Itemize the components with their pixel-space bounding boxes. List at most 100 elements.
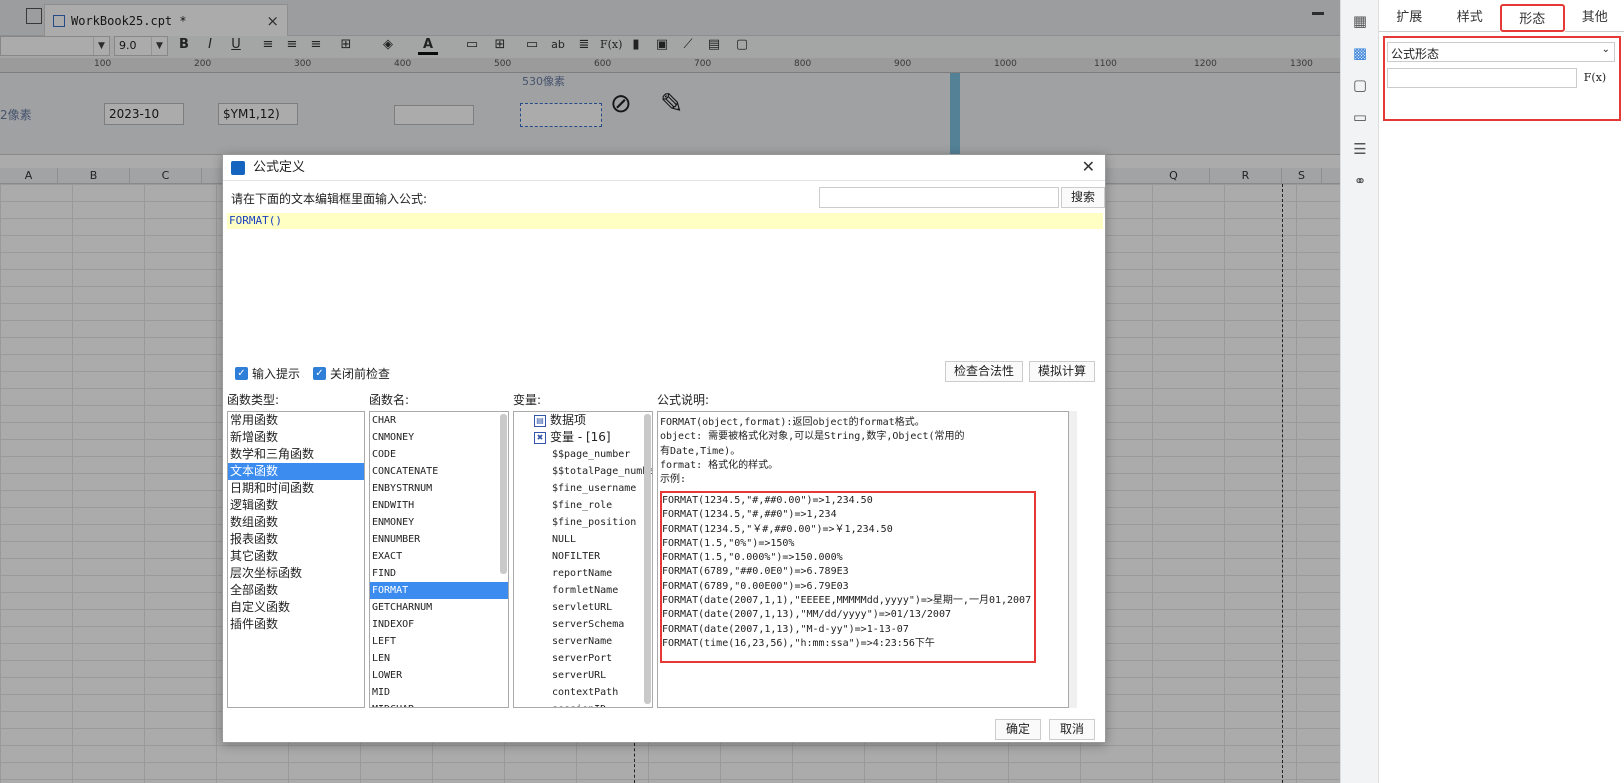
function-type-item[interactable]: 报表函数 (228, 531, 364, 548)
function-name-item[interactable]: ENDWITH (370, 497, 508, 514)
search-button[interactable]: 搜索 (1061, 187, 1105, 208)
formula-fx-button[interactable]: F(x) (1583, 68, 1607, 88)
function-type-item[interactable]: 自定义函数 (228, 599, 364, 616)
tab-form[interactable]: 形态 (1500, 4, 1565, 32)
close-icon[interactable]: ✕ (1082, 157, 1095, 176)
function-name-item[interactable]: CODE (370, 446, 508, 463)
variable-item[interactable]: $fine_username (514, 480, 652, 497)
variable-item[interactable]: $$totalPage_number (514, 463, 652, 480)
scrollbar[interactable] (500, 414, 507, 574)
tab-other[interactable]: 其他 (1564, 4, 1624, 32)
function-name-item[interactable]: INDEXOF (370, 616, 508, 633)
formula-editor[interactable]: FORMAT() (227, 211, 1103, 348)
ok-button[interactable]: 确定 (995, 719, 1041, 740)
variable-group[interactable]: ▤ 数据项 (514, 412, 652, 429)
formula-input[interactable] (1387, 68, 1577, 88)
function-type-item[interactable]: 新增函数 (228, 429, 364, 446)
simulate-button[interactable]: 模拟计算 (1029, 361, 1095, 382)
function-name-item[interactable]: CHAR (370, 412, 508, 429)
cell-attr-icon[interactable]: ▦ (1351, 12, 1369, 30)
variable-group[interactable]: ✖ 变量 - [16] (514, 429, 652, 446)
tab-extend[interactable]: 扩展 (1379, 4, 1440, 32)
variable-tree[interactable]: ▤ 数据项 ✖ 变量 - [16] $$page_number $$totalPage_n… (513, 411, 653, 708)
formula-dialog: 公式定义 ✕ 请在下面的文本编辑框里面输入公式: 搜索 FORMAT() ✓ 输入… (222, 154, 1106, 743)
function-name-item[interactable]: LEN (370, 650, 508, 667)
chevron-down-icon: ⌄ (1601, 44, 1610, 55)
variable-item[interactable]: formletName (514, 582, 652, 599)
condition-icon[interactable]: ☰ (1351, 140, 1369, 158)
function-name-item[interactable]: EXACT (370, 548, 508, 565)
function-type-item[interactable]: 数组函数 (228, 514, 364, 531)
function-name-item[interactable]: ENMONEY (370, 514, 508, 531)
widget-icon[interactable]: ▭ (1351, 108, 1369, 126)
description-line: 示例: (660, 474, 687, 486)
function-name-item[interactable]: ENBYSTRNUM (370, 480, 508, 497)
form-type-value: 公式形态 (1391, 47, 1440, 61)
function-name-item[interactable]: GETCHARNUM (370, 599, 508, 616)
variable-item[interactable]: serverURL (514, 667, 652, 684)
form-settings-highlight: 公式形态 ⌄ F(x) (1383, 36, 1621, 121)
property-panel: 扩展 样式 形态 其他 公式形态 ⌄ F(x) (1378, 0, 1624, 783)
form-type-select[interactable]: 公式形态 ⌄ (1387, 42, 1615, 62)
input-hint-checkbox[interactable]: ✓ 输入提示 (235, 365, 300, 382)
variable-item[interactable]: $$page_number (514, 446, 652, 463)
function-name-item[interactable]: CONCATENATE (370, 463, 508, 480)
scrollbar[interactable] (1069, 411, 1077, 708)
function-type-item[interactable]: 全部函数 (228, 582, 364, 599)
variable-item[interactable]: serverPort (514, 650, 652, 667)
function-type-item[interactable]: 常用函数 (228, 412, 364, 429)
example-line: FORMAT(1234.5,"#,##0.00")=>1,234.50 (662, 495, 873, 506)
formula-description: FORMAT(object,format):返回object的format格式。… (657, 411, 1069, 708)
variable-item[interactable]: serverSchema (514, 616, 652, 633)
cancel-button[interactable]: 取消 (1049, 719, 1095, 740)
function-type-item[interactable]: 日期和时间函数 (228, 480, 364, 497)
function-type-item[interactable]: 其它函数 (228, 548, 364, 565)
tab-style[interactable]: 样式 (1439, 4, 1500, 32)
scrollbar[interactable] (644, 414, 651, 704)
variable-item[interactable]: sessionID (514, 701, 652, 707)
check-validity-button[interactable]: 检查合法性 (945, 361, 1023, 382)
function-name-item[interactable]: MIDCHAR (370, 701, 508, 707)
variable-item[interactable]: servletURL (514, 599, 652, 616)
example-line: FORMAT(1.5,"0%")=>150% (662, 537, 795, 549)
function-name-item[interactable]: CNMONEY (370, 429, 508, 446)
variable-item[interactable]: $fine_role (514, 497, 652, 514)
variables-header: 变量: (513, 393, 542, 407)
app-window: WorkBook25.cpt * × ▼ 9.0 ▼ B I U ≡ ≡ ≡ ⊞ … (0, 0, 1624, 783)
variable-item[interactable]: NULL (514, 531, 652, 548)
editor-prompt: 请在下面的文本编辑框里面输入公式: (231, 192, 428, 206)
description-header: 公式说明: (657, 393, 710, 407)
function-name-list[interactable]: CHAR CNMONEY CODE CONCATENATE ENBYSTRNUM ENDW… (369, 411, 509, 708)
formula-text: FORMAT() (227, 213, 1103, 229)
example-line: FORMAT(date(2007,1,13),"MM/dd/yyyy")=>01… (662, 609, 951, 621)
function-type-item[interactable]: 逻辑函数 (228, 497, 364, 514)
example-line: FORMAT(date(2007,1,13),"M-d-yy")=>1-13-0… (662, 623, 909, 635)
function-type-item[interactable]: 层次坐标函数 (228, 565, 364, 582)
function-type-item[interactable]: 插件函数 (228, 616, 364, 633)
variable-item[interactable]: contextPath (514, 684, 652, 701)
function-name-item[interactable]: MID (370, 684, 508, 701)
function-name-item[interactable]: LEFT (370, 633, 508, 650)
check-before-close-checkbox[interactable]: ✓ 关闭前检查 (313, 365, 390, 382)
search-input[interactable] (819, 187, 1059, 208)
function-name-item[interactable]: FIND (370, 565, 508, 582)
function-name-item[interactable]: ENNUMBER (370, 531, 508, 548)
function-type-item[interactable]: 文本函数 (228, 463, 364, 480)
function-type-item[interactable]: 数学和三角函数 (228, 446, 364, 463)
widget-settings-icon[interactable]: ▩ (1351, 44, 1369, 62)
property-tabs: 扩展 样式 形态 其他 (1379, 4, 1624, 32)
hyperlink-icon[interactable]: ⚭ (1351, 172, 1369, 190)
func-type-header: 函数类型: (227, 393, 280, 407)
variable-item[interactable]: serverName (514, 633, 652, 650)
example-line: FORMAT(time(16,23,56),"h:mm:ssa")=>4:23:… (662, 637, 935, 649)
variable-item[interactable]: $fine_position (514, 514, 652, 531)
function-name-item[interactable]: FORMAT (370, 582, 508, 599)
variable-group-label: 数据项 (550, 413, 587, 427)
variable-item[interactable]: NOFILTER (514, 548, 652, 565)
variable-item[interactable]: reportName (514, 565, 652, 582)
tree-node-icon: ✖ (534, 431, 546, 444)
function-type-list[interactable]: 常用函数 新增函数 数学和三角函数 文本函数 日期和时间函数 逻辑函数 数组函数 报表函数 其它… (227, 411, 365, 708)
cell-element-icon[interactable]: ▢ (1351, 76, 1369, 94)
function-name-item[interactable]: LOWER (370, 667, 508, 684)
description-line: 有Date,Time)。 (660, 445, 741, 457)
